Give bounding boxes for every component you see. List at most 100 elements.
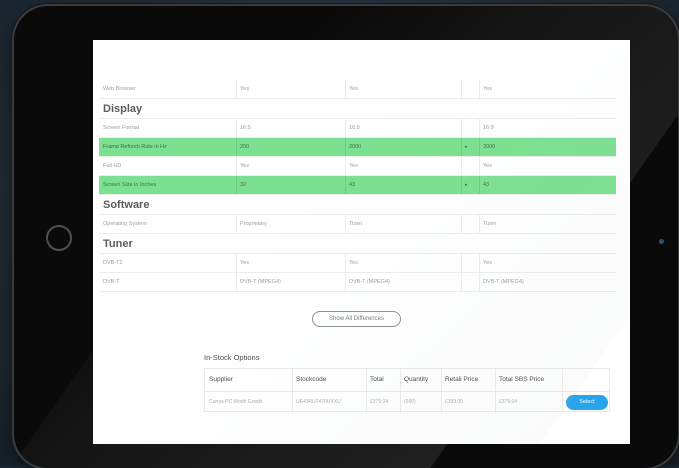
difference-arrow-icon: ▸: [465, 144, 468, 150]
divider: [562, 369, 563, 391]
value-product-1: Proprietary: [240, 221, 267, 227]
divider: [345, 215, 346, 233]
value-product-2: DVB-T (MPEG4): [349, 279, 390, 285]
row-label: Frame Refresh Rate in Hz: [103, 144, 167, 150]
table-row: Full HD Yes Yes Yes: [99, 157, 616, 176]
cell-quantity: (500): [404, 399, 416, 405]
difference-arrow-icon: ▸: [465, 182, 468, 188]
table-row: Currys PC World Goods UE43RU7470UXXU £37…: [205, 391, 609, 413]
value-product-2: Yes: [349, 260, 358, 266]
cell-retail-price: £399.00: [445, 399, 464, 405]
show-all-differences-button[interactable]: Show All Differences: [312, 311, 401, 327]
row-label: DVB-T2: [103, 260, 123, 266]
select-button[interactable]: Select: [566, 395, 608, 410]
value-product-3: Tizen: [483, 221, 497, 227]
divider: [292, 392, 293, 413]
divider: [345, 119, 346, 137]
row-label: DVB-T: [103, 279, 120, 285]
divider: [292, 369, 293, 391]
camera-lens: [659, 239, 664, 244]
section-title: Display: [103, 103, 143, 115]
tablet-frame: Web Browser Yes Yes Yes Display Screen Fo…: [14, 6, 678, 468]
value-product-1: 16:9: [240, 125, 251, 131]
value-product-2: Yes: [349, 86, 358, 92]
value-product-2: 43: [349, 182, 356, 188]
row-label: Operating System: [103, 221, 148, 227]
divider: [236, 215, 237, 233]
divider: [345, 138, 346, 156]
cell-supplier: Currys PC World Goods: [209, 399, 263, 405]
divider: [479, 176, 480, 194]
value-product-3: 2000: [483, 144, 496, 150]
table-row-difference: Frame Refresh Rate in Hz 200 2000 2000 ▸: [99, 138, 616, 157]
home-button[interactable]: [46, 225, 72, 251]
comparison-table: Web Browser Yes Yes Yes Display Screen Fo…: [99, 80, 616, 292]
table-header-row: Supplier Stockcode Total Quantity Retail…: [205, 369, 609, 391]
value-product-2: 2000: [349, 144, 362, 150]
section-title: Software: [103, 199, 150, 211]
divider: [461, 119, 462, 137]
value-product-3: Yes: [483, 163, 492, 169]
divider: [495, 369, 496, 391]
table-row-difference: Screen Size in Inches 32 43 43 ▸: [99, 176, 616, 195]
divider: [345, 80, 346, 98]
value-product-1: Yes: [240, 86, 249, 92]
row-label: Full HD: [103, 163, 122, 169]
header-retail-price: Retail Price: [445, 376, 479, 383]
divider: [479, 215, 480, 233]
value-product-3: Yes: [483, 86, 492, 92]
value-product-1: 32: [240, 182, 247, 188]
value-product-1: Yes: [240, 260, 249, 266]
divider: [236, 119, 237, 137]
divider: [400, 369, 401, 391]
cell-total: £379.04: [370, 399, 389, 405]
tablet-screen: Web Browser Yes Yes Yes Display Screen Fo…: [93, 40, 630, 444]
value-product-3: DVB-T (MPEG4): [483, 279, 524, 285]
divider: [345, 176, 346, 194]
value-product-1: Yes: [240, 163, 249, 169]
divider: [479, 119, 480, 137]
divider: [461, 254, 462, 272]
in-stock-title: In-Stock Options: [204, 353, 260, 362]
value-product-3: 16:9: [483, 125, 494, 131]
value-product-1: 200: [240, 144, 250, 150]
table-row: DVB-T DVB-T (MPEG4) DVB-T (MPEG4) DVB-T (MP…: [99, 273, 616, 292]
divider: [236, 157, 237, 175]
in-stock-table: Supplier Stockcode Total Quantity Retail…: [204, 368, 610, 413]
value-product-3: 43: [483, 182, 490, 188]
divider: [461, 176, 462, 194]
header-total-sbs-price: Total SBS Price: [499, 376, 545, 383]
divider: [236, 138, 237, 156]
cell-total-sbs-price: £379.04: [499, 399, 518, 405]
table-row: Screen Format 16:9 16:9 16:9: [99, 119, 616, 138]
value-product-1: DVB-T (MPEG4): [240, 279, 281, 285]
divider: [441, 392, 442, 413]
table-row: DVB-T2 Yes Yes Yes: [99, 254, 616, 273]
divider: [236, 254, 237, 272]
row-label: Screen Format: [103, 125, 140, 131]
divider: [479, 254, 480, 272]
divider: [345, 254, 346, 272]
row-label: Screen Size in Inches: [103, 182, 157, 188]
header-total: Total: [370, 376, 384, 383]
divider: [479, 157, 480, 175]
divider: [400, 392, 401, 413]
value-product-3: Yes: [483, 260, 492, 266]
divider: [479, 80, 480, 98]
divider: [366, 392, 367, 413]
row-label: Web Browser: [103, 86, 136, 92]
section-heading: Display: [99, 99, 616, 119]
divider: [461, 80, 462, 98]
section-heading: Software: [99, 195, 616, 215]
section-heading: Tuner: [99, 234, 616, 254]
divider: [345, 157, 346, 175]
cell-stockcode: UE43RU7470UXXU: [296, 399, 341, 405]
header-stockcode: Stockcode: [296, 376, 327, 383]
divider: [236, 80, 237, 98]
divider: [236, 176, 237, 194]
section-title: Tuner: [103, 238, 133, 250]
value-product-2: 16:9: [349, 125, 360, 131]
value-product-2: Yes: [349, 163, 358, 169]
value-product-2: Tizen: [349, 221, 363, 227]
divider: [479, 138, 480, 156]
